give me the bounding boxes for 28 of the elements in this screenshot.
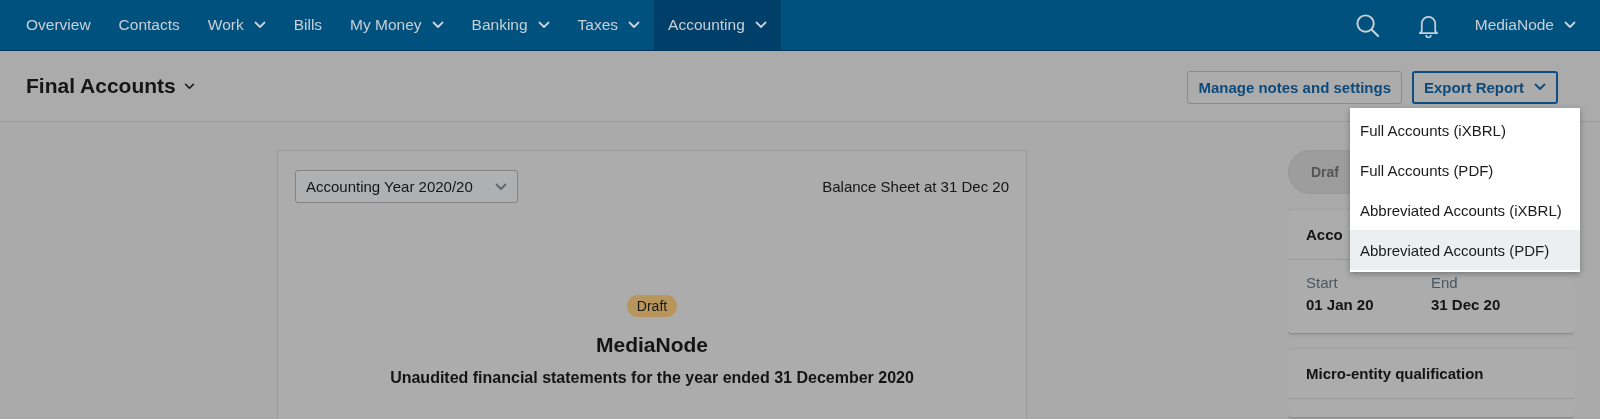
field-value: 31 Dec 20 [1431,296,1501,313]
nav-menu-item[interactable]: Taxes [563,0,655,50]
field-value: 01 Jan 20 [1306,296,1375,313]
menu-item[interactable]: Abbreviated Accounts (PDF) [1350,230,1580,270]
report-subtitle: Unaudited financial statements for the year ended 31 December 2020 [390,369,914,387]
nav-menu-item[interactable]: Bills [279,0,337,50]
field-label: Start [1306,274,1339,291]
caret-icon [1564,21,1576,29]
export-report-button[interactable]: Export Report [1412,70,1558,104]
caret-icon [183,82,195,90]
company-name: MediaNode [596,333,708,357]
manage-notes-button[interactable]: Manage notes and settings [1187,70,1402,104]
search-icon[interactable] [1354,12,1380,38]
card-title: Micro-entity qualification [1288,349,1574,399]
field-label: End [1431,274,1459,291]
account-menu[interactable]: MediaNode [1460,0,1590,50]
page-title-dropdown[interactable]: Final Accounts [26,74,195,98]
balance-sheet-date: Balance Sheet at 31 Dec 20 [822,178,1009,195]
nav-menu-item[interactable]: Work [193,0,280,50]
year-select[interactable]: Accounting Year 2020/20 [295,170,518,203]
nav-menu-item[interactable]: Banking [457,0,564,50]
caret-icon [494,182,507,191]
nav-menu-item[interactable]: Overview [12,0,105,50]
nav-menu-item[interactable]: Accounting [654,0,781,50]
menu-item[interactable]: Full Accounts (iXBRL) [1350,110,1580,150]
nav-menu-item[interactable]: Contacts [104,0,194,50]
status-badge: Draft [626,295,678,317]
nav-menu-item[interactable]: My Money [336,0,458,50]
